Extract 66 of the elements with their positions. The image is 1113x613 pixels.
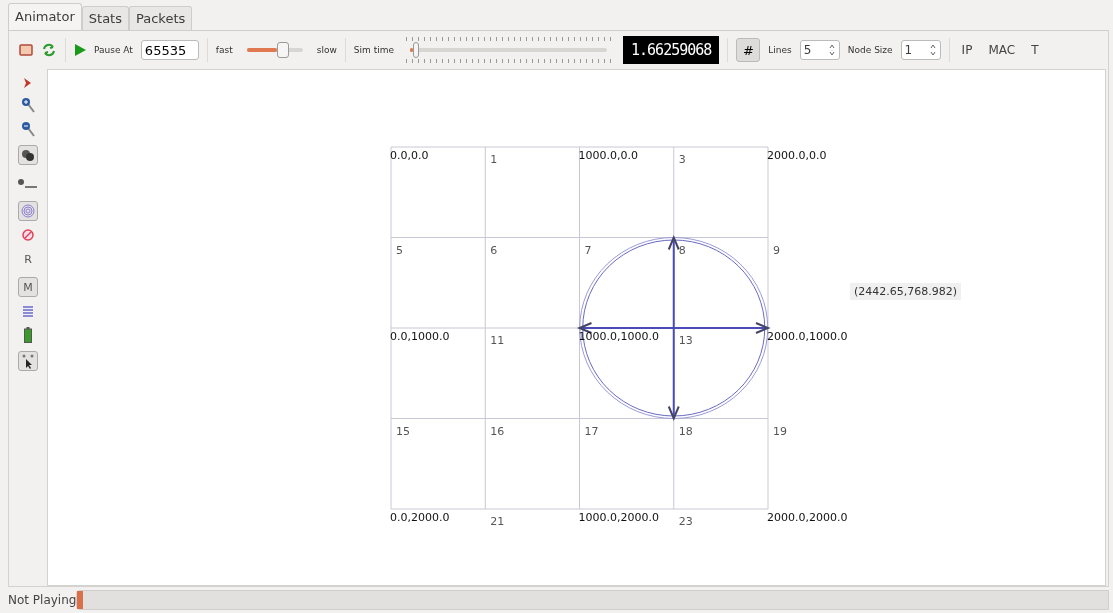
sim-time-label: Sim time (353, 45, 394, 55)
node-label: 9 (773, 243, 780, 257)
slider-fill (246, 48, 278, 52)
node-label: 6 (490, 243, 498, 257)
stepper-icon[interactable] (928, 43, 937, 57)
node-label: 13 (678, 334, 693, 347)
node-label: 16 (490, 424, 505, 438)
node-label: 23 (678, 515, 693, 528)
status-text: Not Playing (8, 593, 77, 607)
tab[interactable]: Animator (8, 3, 82, 30)
node-label: 8 (678, 243, 686, 257)
coordinate-label: 2000.0,0.0 (767, 149, 827, 162)
coordinate-label: 1000.0,0.0 (578, 149, 638, 162)
nodes-icon (21, 149, 35, 161)
slider-thumb[interactable] (277, 42, 290, 58)
coordinate-label: 2000.0,1000.0 (767, 330, 848, 343)
pause-at-label: Pause At (94, 45, 133, 55)
window-icon[interactable] (19, 43, 33, 57)
lines-spinbox[interactable]: 5 (799, 40, 840, 60)
zoom-in-icon[interactable] (21, 97, 35, 113)
zoom-out-icon[interactable] (21, 121, 35, 137)
node-size-label: Node Size (847, 45, 893, 55)
no-sign-icon[interactable] (22, 229, 34, 241)
time-display: 1.66259068 (623, 36, 720, 64)
node-label: 17 (584, 424, 599, 438)
coordinate-label: 2000.0,2000.0 (767, 511, 848, 524)
refresh-icon[interactable] (41, 42, 57, 58)
lines-icon[interactable] (22, 305, 34, 319)
node-label: 3 (678, 153, 686, 166)
coordinate-label: 0.0,1000.0 (390, 330, 450, 343)
toggle-button[interactable]: IP (957, 43, 977, 57)
tab[interactable]: Stats (81, 6, 129, 30)
node-label: 19 (773, 424, 787, 438)
node-label: 18 (678, 424, 693, 438)
mouse-position: (2442.65,768.982) (850, 283, 962, 300)
play-icon[interactable] (74, 44, 86, 56)
tool-button[interactable] (18, 351, 38, 371)
toggle-button[interactable]: T (1027, 43, 1043, 57)
tool-button[interactable]: M (18, 277, 38, 297)
coordinate-label: 1000.0,1000.0 (578, 330, 659, 343)
fast-label: fast (215, 45, 233, 55)
coordinate-label: 0.0,0.0 (390, 149, 429, 162)
node-label: 11 (490, 334, 505, 347)
node-size-spinbox[interactable]: 1 (900, 40, 941, 60)
grid-button[interactable]: # (736, 38, 761, 62)
toggle-button[interactable]: MAC (984, 43, 1020, 57)
lines-label: Lines (768, 45, 792, 55)
node-label: 7 (584, 243, 592, 257)
coordinate-label: 0.0,2000.0 (390, 511, 450, 524)
slider-thumb[interactable] (412, 42, 419, 58)
tool-button[interactable]: R (18, 249, 38, 269)
tab[interactable]: Packets (128, 6, 193, 30)
spiral-icon (21, 204, 35, 218)
pause-at-field[interactable]: 65535 (140, 40, 199, 60)
slow-label: slow (316, 45, 337, 55)
node-id-icon (17, 178, 39, 188)
cursor-icon (21, 353, 35, 369)
battery-icon[interactable] (24, 327, 32, 343)
stepper-icon[interactable] (827, 43, 836, 57)
slider-fill (410, 48, 413, 52)
node-label: 15 (396, 424, 410, 438)
tool-button[interactable] (18, 145, 38, 165)
node-label: 1 (490, 153, 498, 166)
coordinate-label: 1000.0,2000.0 (578, 511, 659, 524)
node-label: 21 (490, 515, 505, 528)
node-label: 5 (396, 243, 403, 257)
